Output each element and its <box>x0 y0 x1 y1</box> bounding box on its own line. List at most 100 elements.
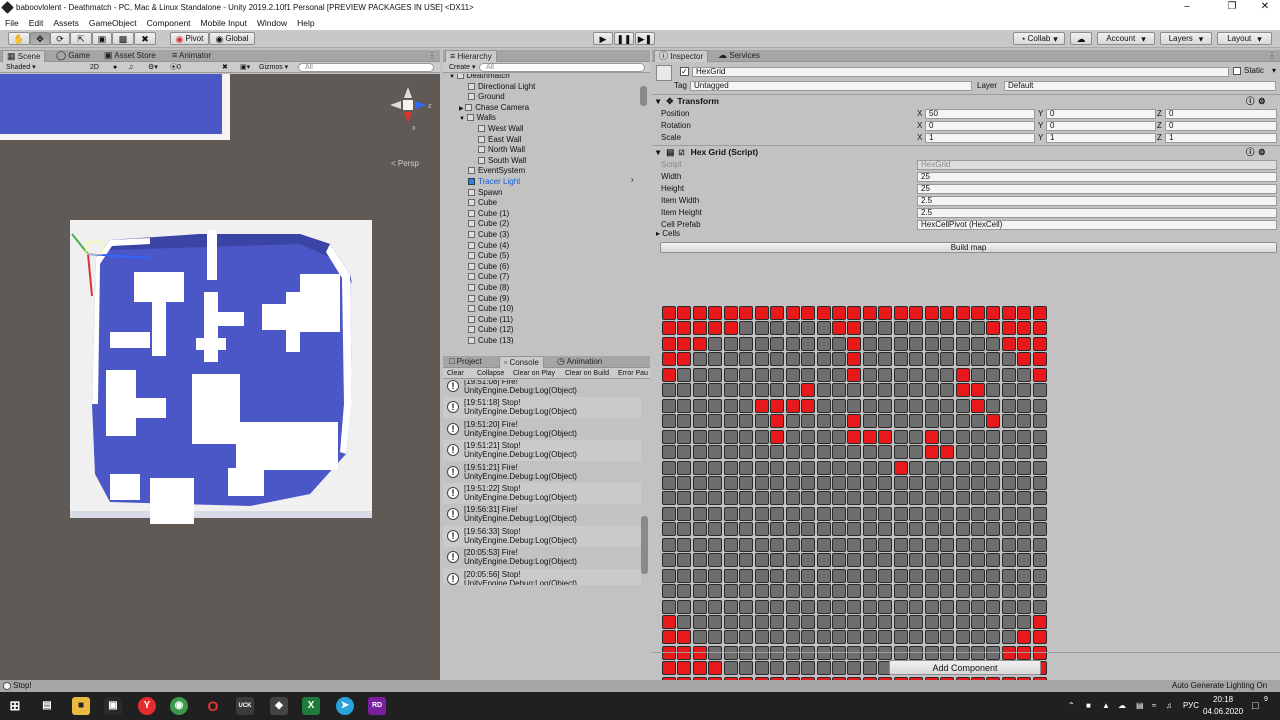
menu-assets[interactable]: Assets <box>48 18 84 28</box>
chevron-right-icon[interactable]: › <box>631 175 634 184</box>
property-field[interactable]: 2.5 <box>917 196 1277 206</box>
hierarchy-scrollbar[interactable] <box>640 86 647 106</box>
status-message[interactable]: Stop! <box>13 680 32 692</box>
transform-z-field[interactable]: 1 <box>1165 133 1277 143</box>
hierarchy-item[interactable]: Cube (12) <box>459 325 514 335</box>
hierarchy-item[interactable]: Cube (6) <box>459 262 509 272</box>
hierarchy-item[interactable]: ▶ Chase Camera <box>459 103 529 113</box>
hierarchy-item[interactable]: West Wall <box>469 124 524 134</box>
task-view-icon[interactable]: ▤ <box>38 697 56 715</box>
hierarchy-item[interactable]: Ground <box>459 92 505 102</box>
global-toggle[interactable]: ◉ Global <box>209 32 255 45</box>
hierarchy-item[interactable]: Cube (13) <box>459 336 514 344</box>
excel-icon[interactable]: X <box>302 697 320 715</box>
build-map-button[interactable]: Build map <box>660 242 1277 253</box>
effects-dropdown-icon[interactable]: ⚙▾ <box>148 63 158 72</box>
telegram-icon[interactable]: ➤ <box>336 697 354 715</box>
add-component-button[interactable]: Add Component <box>889 660 1041 675</box>
onedrive-icon[interactable]: ☁ <box>1118 692 1126 720</box>
transform-header[interactable]: ▾ ✥ Transform ⓘ ⚙ <box>652 94 1280 106</box>
panel-menu-icon[interactable]: ⋮ <box>424 50 440 62</box>
clear-on-play-button[interactable]: Clear on Play <box>513 369 555 378</box>
menu-help[interactable]: Help <box>292 18 319 28</box>
hierarchy-item[interactable]: Spawn <box>459 188 502 198</box>
hierarchy-item[interactable]: Cube (5) <box>459 251 509 261</box>
scene-search-input[interactable]: All <box>298 63 434 72</box>
language-indicator[interactable]: РУС <box>1183 692 1199 720</box>
settings-icon[interactable]: ⚙ <box>1258 146 1266 158</box>
tray-arrow-icon[interactable]: ⌃ <box>1068 692 1075 720</box>
windows-start-icon[interactable]: ⊞ <box>6 697 24 715</box>
component-checkbox[interactable]: ☑ <box>678 150 684 157</box>
scale-tool-button[interactable]: ⇱ <box>70 32 92 45</box>
help-icon[interactable]: ⓘ <box>1246 95 1255 107</box>
collab-dropdown[interactable]: ◔ Collab ▾ <box>1013 32 1065 45</box>
rider-icon[interactable]: RD <box>368 697 386 715</box>
hand-tool-button[interactable]: ✋ <box>8 32 30 45</box>
clock-time[interactable]: 20:18 <box>1213 695 1233 705</box>
hierarchy-item[interactable]: Cube <box>459 198 497 208</box>
maximize-icon[interactable]: ❐ <box>1217 0 1247 15</box>
active-checkbox[interactable]: ✓ <box>680 67 689 76</box>
rect-tool-button[interactable]: ▣ <box>92 32 112 45</box>
chevron-down-icon[interactable]: ▾ <box>1272 66 1276 75</box>
tray-app-icon[interactable]: ▲ <box>1102 692 1110 720</box>
hierarchy-item[interactable]: ▼ Deathmatch <box>449 74 510 81</box>
pivot-toggle[interactable]: ◉ Pivot <box>170 32 209 45</box>
hierarchy-item[interactable]: Cube (2) <box>459 219 509 229</box>
console-entry[interactable]: ! [19:56:31] Fire! UnityEngine.Debug:Log(O… <box>443 504 641 525</box>
camera-settings-icon[interactable]: ▣▾ <box>240 63 250 72</box>
console-entry[interactable]: ! [19:51:21] Fire! UnityEngine.Debug:Log(O… <box>443 462 641 483</box>
tab-project[interactable]: □ Project <box>445 356 486 368</box>
layout-dropdown[interactable]: Layout ▾ <box>1217 32 1272 45</box>
audio-toggle-icon[interactable]: ♫ <box>128 63 133 72</box>
tab-animator[interactable]: ≡ Animator <box>168 50 215 62</box>
transform-tool-button[interactable]: ▩ <box>112 32 134 45</box>
transform-x-field[interactable]: 0 <box>925 121 1035 131</box>
menu-gameobject[interactable]: GameObject <box>84 18 142 28</box>
clear-on-build-button[interactable]: Clear on Build <box>565 369 609 378</box>
transform-z-field[interactable]: 0 <box>1165 121 1277 131</box>
hierarchy-item[interactable]: North Wall <box>469 145 525 155</box>
unity-icon[interactable]: ◆ <box>270 697 288 715</box>
notification-icon[interactable]: □ <box>1252 692 1259 720</box>
console-entry[interactable]: ! [19:51:08] Fire! UnityEngine.Debug:Log(O… <box>443 380 641 397</box>
menu-window[interactable]: Window <box>252 18 292 28</box>
layers-dropdown[interactable]: Layers ▾ <box>1160 32 1212 45</box>
hierarchy-item[interactable]: Cube (8) <box>459 283 509 293</box>
step-button[interactable]: ▶❚ <box>635 32 655 45</box>
tab-hierarchy[interactable]: ≡ Hierarchy <box>445 50 497 62</box>
custom-tool-button[interactable]: ✖ <box>134 32 156 45</box>
tab-scene[interactable]: ▦ Scene <box>2 50 46 62</box>
settings-icon[interactable]: ⚙ <box>1258 95 1266 107</box>
console-entry[interactable]: ! [19:56:33] Stop! UnityEngine.Debug:Log(O… <box>443 525 641 547</box>
error-pause-button[interactable]: Error Pau <box>618 369 648 378</box>
transform-z-field[interactable]: 0 <box>1165 109 1277 119</box>
hierarchy-search-input[interactable]: All <box>479 63 645 72</box>
transform-x-field[interactable]: 1 <box>925 133 1035 143</box>
wifi-icon[interactable]: ≈ <box>1152 692 1156 720</box>
hierarchy-item[interactable]: East Wall <box>469 135 522 145</box>
hierarchy-item[interactable]: South Wall <box>469 156 526 166</box>
property-field[interactable]: 25 <box>917 172 1277 182</box>
orientation-gizmo-icon[interactable]: x z <box>390 87 432 132</box>
pause-button[interactable]: ❚❚ <box>614 32 634 45</box>
property-field[interactable]: 25 <box>917 184 1277 194</box>
account-dropdown[interactable]: Account ▾ <box>1097 32 1155 45</box>
opera-icon[interactable]: O <box>204 697 222 715</box>
play-button[interactable]: ▶ <box>593 32 613 45</box>
hierarchy-item[interactable]: Cube (1) <box>459 209 509 219</box>
console-entry[interactable]: ! [19:51:22] Stop! UnityEngine.Debug:Log(O… <box>443 483 641 504</box>
yandex-browser-icon[interactable]: Y <box>138 697 156 715</box>
tab-game[interactable]: ◯ Game <box>52 50 94 62</box>
minimize-icon[interactable]: – <box>1172 0 1202 15</box>
console-scrollbar[interactable] <box>641 516 648 574</box>
move-tool-button[interactable]: ✥ <box>30 32 50 45</box>
tray-app-icon[interactable]: ■ <box>1086 692 1091 720</box>
hierarchy-item[interactable]: Cube (10) <box>459 304 514 314</box>
expand-arrow-icon[interactable]: ▼ <box>449 74 457 80</box>
static-checkbox[interactable] <box>1233 67 1241 75</box>
cloud-button[interactable]: ☁ <box>1070 32 1092 45</box>
console-entry[interactable]: ! [19:51:20] Fire! UnityEngine.Debug:Log(O… <box>443 419 641 440</box>
hierarchy-item[interactable]: Directional Light <box>459 82 535 92</box>
